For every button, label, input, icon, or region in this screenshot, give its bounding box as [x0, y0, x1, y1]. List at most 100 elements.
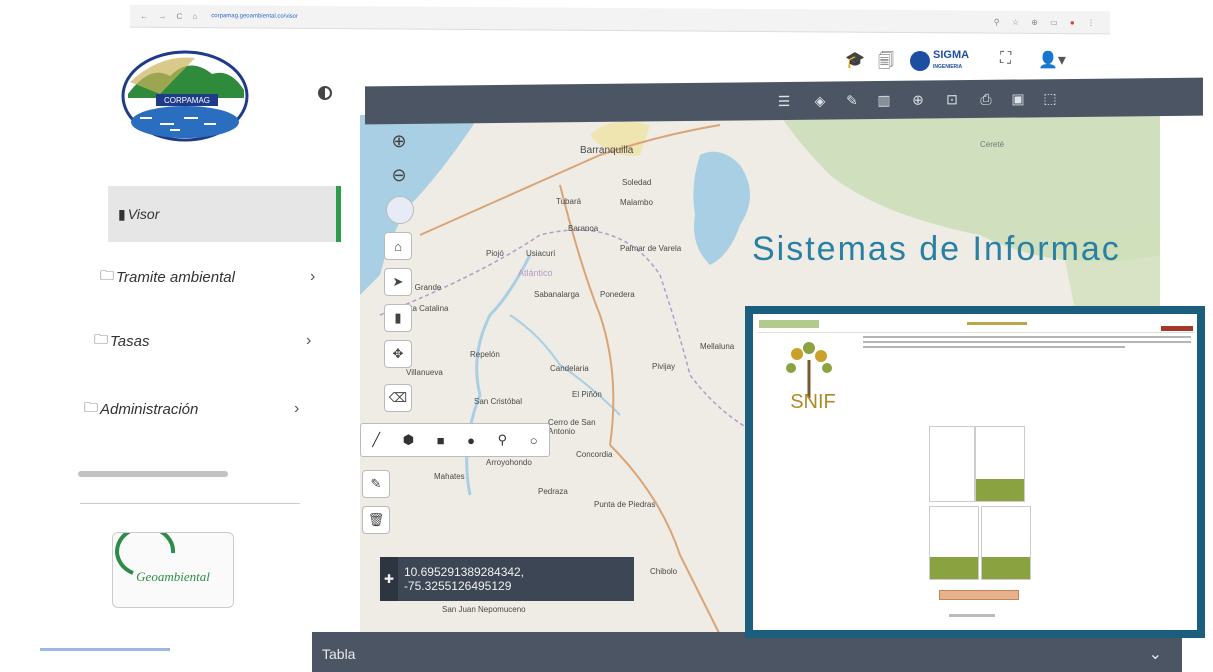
sidebar-item-visor[interactable]: ▮ Visor	[108, 186, 338, 242]
map-label: Arroyohondo	[486, 458, 532, 467]
inset-action-button	[939, 590, 1019, 600]
browser-extension-icons[interactable]: ⚲ ☆ ⊕ ▭ ● ⋮	[994, 17, 1100, 27]
save-icon[interactable]: ▣	[1009, 89, 1027, 107]
map-label: Punta de Piedras	[594, 500, 656, 509]
inset-header-logos	[759, 320, 819, 328]
map-label: Pivijay	[652, 362, 676, 371]
map-label: Repelón	[470, 350, 500, 359]
cutoff-label	[78, 471, 228, 477]
map-label: Cerro de San Antonio	[548, 418, 596, 436]
draw-toolbar: ╱ ⬢ ■ ● ⚲ ○	[360, 423, 550, 457]
sigma-globe-icon	[910, 51, 930, 71]
table-panel-header[interactable]: Tabla ⌄	[312, 632, 1182, 672]
map-label: Cereté	[980, 140, 1005, 149]
map-label: Concordia	[576, 450, 613, 459]
geoambiental-logo-graphic: Geoambiental	[115, 525, 210, 584]
map-label: San Juan Nepomuceno	[442, 605, 526, 614]
sidebar-item-label: Visor	[127, 206, 160, 222]
zoom-in-icon[interactable]: ⊕	[386, 128, 412, 154]
layers-list-icon[interactable]: ☰	[775, 92, 793, 110]
theme-toggle-icon[interactable]	[318, 86, 332, 100]
map-label: Palmar de Varela	[620, 244, 682, 253]
sigma-subtext: INGENIERIA	[933, 64, 963, 70]
status-link[interactable]	[40, 648, 170, 651]
chevron-right-icon: ›	[294, 400, 300, 417]
table-label: Tabla	[322, 646, 356, 662]
trash-icon[interactable]: 🗑	[362, 506, 390, 534]
map-icon: ▮	[118, 205, 126, 222]
export-icon[interactable]: ⬚	[1041, 89, 1059, 107]
globe-icon[interactable]: ⊕	[909, 91, 927, 109]
sigma-text: SIGMA	[933, 49, 970, 61]
map-label: Chibolo	[650, 567, 678, 576]
snif-logo: SNIF	[786, 342, 836, 413]
user-menu-icon[interactable]: 👤▾	[1038, 50, 1066, 70]
coordinates-display: ✚ 10.695291389284342, -75.3255126495129	[380, 557, 634, 601]
map-label: Tubará	[556, 197, 582, 206]
corpamag-logo: CORPAMAG	[121, 50, 249, 142]
circle-draw-icon[interactable]: ○	[530, 433, 538, 448]
polygon-draw-icon[interactable]: ⬢	[403, 432, 414, 448]
inset-footer	[949, 614, 995, 617]
snif-screenshot-inset: SNIF	[745, 306, 1205, 638]
sidebar-item-administracion[interactable]: 🗀 Administración ›	[84, 394, 314, 424]
sigma-logo: SIGMA INGENIERIA	[910, 50, 969, 72]
geoambiental-text: Geoambiental	[136, 569, 210, 584]
map-label: Mahates	[434, 472, 465, 481]
address-bar[interactable]: corpamag.geoambiental.co/visor	[211, 13, 298, 20]
active-indicator	[336, 186, 341, 242]
chevron-right-icon: ›	[306, 332, 312, 349]
chart-icon[interactable]: ▥	[875, 91, 893, 109]
compass-icon[interactable]	[386, 196, 414, 224]
folder-icon: 🗀	[84, 399, 98, 415]
fullscreen-icon[interactable]: ⛶	[1000, 50, 1011, 68]
sidebar-item-label: Administración	[100, 400, 199, 418]
inset-header	[757, 318, 1193, 333]
geoambiental-logo: Geoambiental	[112, 525, 234, 608]
map-label: Piojó	[486, 249, 504, 258]
map-label: Malambo	[620, 198, 653, 207]
home-icon[interactable]: ⌂	[384, 232, 412, 260]
map-label: Barranquilla	[580, 145, 634, 156]
map-label: Ponedera	[600, 290, 635, 299]
sidebar-item-tramite-ambiental[interactable]: 🗀 Tramite ambiental ›	[100, 262, 330, 292]
sidebar-item-label: Tasas	[110, 332, 150, 350]
eraser-icon[interactable]: ⌫	[384, 384, 412, 412]
navigate-icon[interactable]: ➤	[384, 268, 412, 296]
inset-side-card	[929, 426, 975, 502]
coordinates-toggle-icon[interactable]: ✚	[380, 557, 398, 601]
zoom-out-icon[interactable]: ⊖	[386, 162, 412, 188]
map-label: Soledad	[622, 178, 652, 187]
print-icon[interactable]: ⎙	[977, 90, 995, 108]
map-label: San Cristóbal	[474, 397, 523, 406]
layers-icon[interactable]: ◈	[811, 92, 829, 110]
pan-icon[interactable]: ✥	[384, 340, 412, 368]
square-draw-icon[interactable]: ■	[437, 433, 445, 448]
map-label: Pedraza	[538, 487, 568, 496]
inset-header-buttons	[1161, 326, 1193, 331]
map-label: Villanueva	[406, 368, 443, 377]
search-document-icon[interactable]: ⊡	[943, 90, 961, 108]
marker-draw-icon[interactable]: ⚲	[498, 432, 508, 448]
inset-header-title	[967, 322, 1027, 325]
folder-icon: 🗀	[94, 331, 108, 347]
map-label: Sabanalarga	[534, 290, 580, 299]
screenshot-stage: ← → C ⌂ corpamag.geoambiental.co/visor ⚲…	[0, 0, 1213, 672]
graduation-cap-icon[interactable]: 🎓	[845, 50, 865, 70]
map-label: Candelaria	[550, 364, 589, 373]
sidebar-item-tasas[interactable]: 🗀 Tasas ›	[94, 326, 324, 356]
line-draw-icon[interactable]: ╱	[372, 432, 380, 448]
browser-nav-icons[interactable]: ← → C ⌂	[140, 11, 201, 20]
map-icon[interactable]: ▮	[384, 304, 412, 332]
inset-paragraph	[863, 336, 1191, 354]
circle-fill-draw-icon[interactable]: ●	[467, 433, 475, 448]
chevron-right-icon: ›	[310, 268, 316, 285]
measure-icon[interactable]: ✎	[843, 91, 861, 109]
sidebar-item-cutoff[interactable]	[78, 466, 298, 482]
edit-icon[interactable]: ✎	[362, 470, 390, 498]
collapse-icon[interactable]: ⌄	[1149, 644, 1162, 664]
inset-card-3	[981, 506, 1031, 580]
folder-icon: 🗀	[100, 267, 114, 283]
inset-card-1	[975, 426, 1025, 502]
documents-icon[interactable]: 🗐	[878, 50, 894, 77]
